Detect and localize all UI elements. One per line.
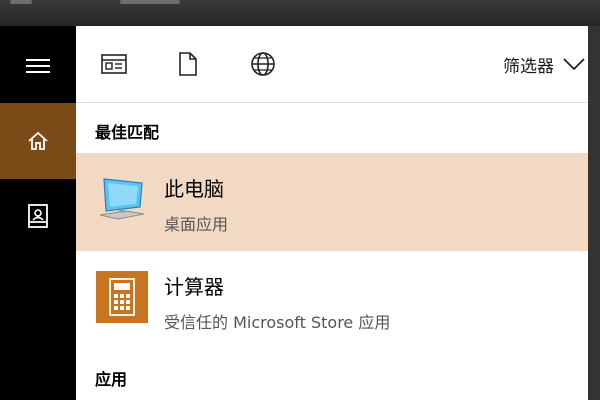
chevron-down-icon [563,58,585,71]
result-subtitle: 桌面应用 [164,215,229,234]
result-title: 计算器 [164,275,224,299]
notebook-icon [28,204,48,228]
home-button[interactable] [0,103,76,179]
result-subtitle: 受信任的 Microsoft Store 应用 [164,313,391,332]
notebook-button[interactable] [0,178,76,254]
top-strip-blur [10,0,32,4]
calculator-icon [96,271,148,323]
computer-icon [99,178,145,220]
web-button[interactable] [243,44,283,84]
home-icon [28,131,48,150]
right-edge-shadow [588,26,600,400]
top-strip-blur [120,0,180,4]
best-match-header: 最佳匹配 [95,123,160,142]
result-title: 此电脑 [164,177,224,201]
hamburger-icon [26,59,50,73]
menu-button[interactable] [0,28,76,104]
result-calculator[interactable]: 计算器 受信任的 Microsoft Store 应用 [76,251,588,349]
file-button[interactable] [168,44,208,84]
globe-icon [251,52,275,76]
window-top-strip [0,0,600,26]
documents-view-button[interactable] [94,44,134,84]
search-panel: 筛选器 最佳匹配 此电脑 桌面应用 计算器 受信任的 Microsoft Sto… [0,26,588,400]
filter-label: 筛选器 [503,56,554,77]
left-rail [0,26,76,400]
apps-header: 应用 [95,370,128,389]
filter-dropdown[interactable]: 筛选器 [476,44,588,84]
document-view-icon [101,54,127,74]
search-toolbar: 筛选器 [76,26,588,103]
search-results: 最佳匹配 此电脑 桌面应用 计算器 受信任的 Microsoft Store 应… [76,103,588,400]
result-this-pc[interactable]: 此电脑 桌面应用 [76,153,588,251]
file-icon [179,52,197,76]
